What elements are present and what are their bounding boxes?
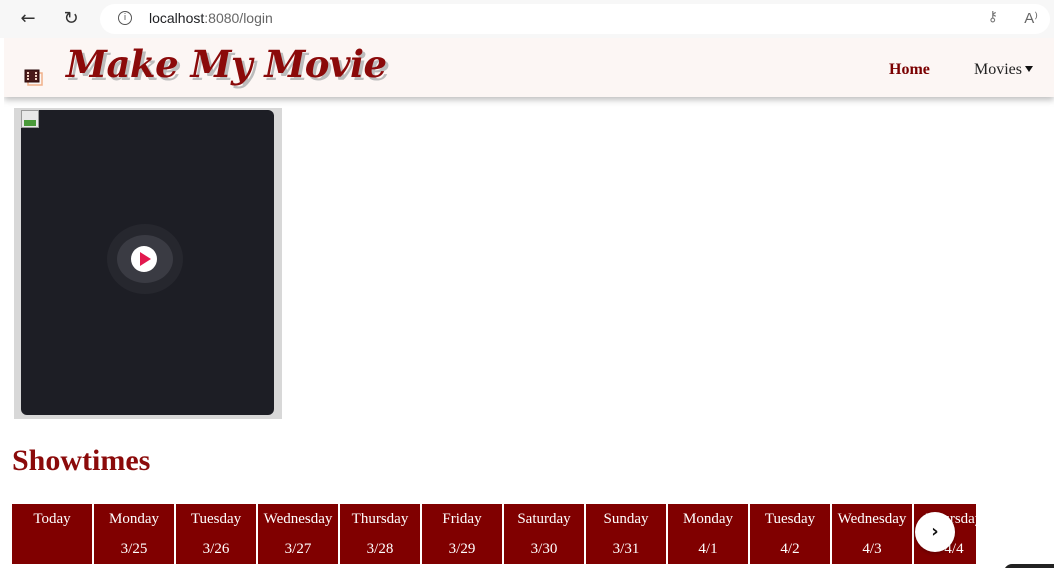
scroll-corner xyxy=(1004,564,1054,568)
date-tab-date: 4/1 xyxy=(698,541,718,557)
broken-image-icon xyxy=(21,110,39,128)
date-tab[interactable]: Monday 3/25 xyxy=(94,504,174,564)
date-tab-day: Monday xyxy=(683,511,733,527)
trailer-container xyxy=(14,108,282,419)
date-tab[interactable]: Saturday 3/30 xyxy=(504,504,584,564)
date-tab-date: 3/30 xyxy=(530,541,558,557)
date-tab-day: Friday xyxy=(442,511,482,527)
url-text[interactable]: localhost:8080/login xyxy=(149,10,273,26)
showtimes-heading: Showtimes xyxy=(12,444,151,477)
nav-movies-dropdown[interactable]: Movies xyxy=(974,61,1033,79)
browser-toolbar: ← ↻ i localhost:8080/login ⚷ A⁾ xyxy=(0,0,1054,38)
url-host: localhost xyxy=(149,10,205,26)
caret-down-icon xyxy=(1025,66,1033,72)
date-tab[interactable]: Thursday 3/28 xyxy=(340,504,420,564)
date-tab-day: Monday xyxy=(109,511,159,527)
next-dates-button[interactable]: › xyxy=(915,512,955,552)
date-tab-day: Tuesday xyxy=(764,511,816,527)
date-tab[interactable]: Friday 3/29 xyxy=(422,504,502,564)
date-tab[interactable]: Tuesday 4/2 xyxy=(750,504,830,564)
trailer-video-player[interactable] xyxy=(21,110,274,415)
date-tab-day: Thursday xyxy=(351,511,409,527)
date-tab-day: Today xyxy=(33,511,71,527)
date-tab-date: 3/31 xyxy=(612,541,640,557)
film-reel-icon[interactable] xyxy=(24,68,44,86)
date-tab-date: 3/28 xyxy=(366,541,394,557)
date-tab-date: 4/3 xyxy=(862,541,882,557)
date-tab-date: 3/29 xyxy=(448,541,476,557)
reload-icon[interactable]: ↻ xyxy=(58,7,84,31)
date-tab-day: Wednesday xyxy=(263,511,333,527)
address-bar[interactable]: i localhost:8080/login ⚷ A⁾ xyxy=(100,4,1050,34)
nav-movies-label: Movies xyxy=(974,61,1022,78)
date-tab[interactable]: Tuesday 3/26 xyxy=(176,504,256,564)
back-icon[interactable]: ← xyxy=(15,7,41,31)
date-tab[interactable]: Today xyxy=(12,504,92,564)
date-tab-day: Sunday xyxy=(603,511,649,527)
date-tab[interactable]: Wednesday 4/3 xyxy=(832,504,912,564)
date-tab[interactable]: Monday 4/1 xyxy=(668,504,748,564)
date-tab-date: 3/25 xyxy=(120,541,148,557)
play-icon xyxy=(140,252,151,266)
date-tab-date: 3/26 xyxy=(202,541,230,557)
date-tab-day: Saturday xyxy=(517,511,571,527)
date-tab-date: 3/27 xyxy=(284,541,312,557)
date-tab[interactable]: Wednesday 3/27 xyxy=(258,504,338,564)
date-tab-day: Wednesday xyxy=(837,511,907,527)
site-info-icon[interactable]: i xyxy=(118,11,132,25)
brand-logo-text[interactable]: Make My Movie xyxy=(66,42,387,86)
date-tab-day: Tuesday xyxy=(190,511,242,527)
date-tab-date: 4/2 xyxy=(780,541,800,557)
nav-home-link[interactable]: Home xyxy=(889,61,930,79)
date-tabs: Today Monday 3/25 Tuesday 3/26 Wednesday 3/27 T… xyxy=(12,504,976,566)
date-tab[interactable]: Sunday 3/31 xyxy=(586,504,666,564)
url-port-path: :8080/login xyxy=(204,10,273,26)
password-key-icon[interactable]: ⚷ xyxy=(988,9,998,25)
site-navbar: Make My Movie Home Movies xyxy=(4,38,1054,97)
page-content: Make My Movie Home Movies Showtimes Toda… xyxy=(4,38,1054,568)
read-aloud-icon[interactable]: A⁾ xyxy=(1024,9,1038,27)
